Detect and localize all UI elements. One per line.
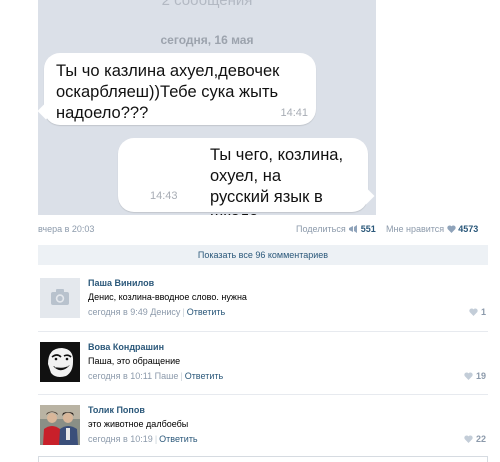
bubble-tail	[357, 187, 375, 205]
chat-date: сегодня, 16 мая	[160, 33, 254, 47]
comment-meta: сегодня в 9:49 Денису | Ответить	[88, 307, 225, 317]
heart-icon	[464, 372, 474, 380]
post-footer: вчера в 20:03 Поделиться 551 Мне нравитс…	[38, 222, 488, 238]
incoming-message-text: Ты чо казлина ахуел,девочек оскарбляеш))…	[56, 62, 280, 122]
separator: |	[154, 434, 158, 444]
bubble-tail	[38, 102, 55, 120]
like-count: 4573	[458, 224, 479, 234]
reply-button[interactable]: Ответить	[185, 371, 223, 381]
comment-author[interactable]: Толик Попов	[88, 405, 145, 415]
megaphone-icon	[349, 225, 358, 233]
share-button[interactable]: Поделиться 551	[296, 224, 376, 234]
share-count: 551	[360, 224, 376, 234]
share-label: Поделиться	[296, 224, 346, 234]
reply-button[interactable]: Ответить	[187, 307, 225, 317]
camera-icon	[40, 278, 80, 318]
chat-screenshot-image: 2 сообщения сегодня, 16 мая Ты чо казлин…	[38, 0, 376, 215]
comment-item: Паша Винилов Денис, козлина-вводное слов…	[38, 268, 488, 330]
outgoing-message-time: 14:43	[150, 190, 178, 202]
reply-button[interactable]: Ответить	[159, 434, 197, 444]
comment-like-button[interactable]: 22	[464, 434, 486, 444]
heart-icon	[447, 225, 456, 233]
comment-like-count: 22	[475, 434, 486, 444]
incoming-message-bubble: Ты чо казлина ахуел,девочек оскарбляеш))…	[38, 53, 316, 125]
heart-icon	[464, 435, 474, 443]
like-button[interactable]: Мне нравится 4573	[386, 224, 478, 234]
comment-item: Толик Попов это животное далбоебы сегодн…	[38, 395, 488, 457]
incoming-message-time: 14:41	[280, 107, 308, 119]
separator: |	[180, 371, 183, 381]
comment-like-count: 19	[475, 371, 486, 381]
comment-meta: сегодня в 10:19 | Ответить	[88, 434, 198, 444]
comment-text: это животное далбоебы	[88, 419, 189, 429]
outgoing-message-bubble: Ты чего, козлина, охуел, на русский язык…	[118, 138, 375, 215]
avatar[interactable]	[40, 342, 80, 382]
heart-icon	[469, 308, 479, 316]
comment-like-button[interactable]: 1	[469, 307, 486, 317]
comment-meta: сегодня в 10:11 Паше | Ответить	[88, 371, 223, 381]
avatar[interactable]	[40, 278, 80, 318]
avatar[interactable]	[40, 405, 80, 445]
comment-text: Паша, это обращение	[88, 356, 181, 366]
like-label: Мне нравится	[386, 224, 445, 234]
comment-time[interactable]: сегодня в 9:49 Денису	[88, 307, 180, 317]
comment-input-box[interactable]	[38, 456, 488, 462]
comment-author[interactable]: Вова Кондрашин	[88, 342, 164, 352]
show-all-comments-button[interactable]: Показать все 96 комментариев	[38, 245, 488, 265]
comment-like-count: 1	[480, 307, 486, 317]
comment-time[interactable]: сегодня в 10:11 Паше	[88, 371, 178, 381]
post-time[interactable]: вчера в 20:03	[38, 224, 94, 234]
meme-face-icon	[40, 342, 80, 382]
comment-item: Вова Кондрашин Паша, это обращение сегод…	[38, 332, 488, 394]
message-count: 2 сообщения	[161, 0, 253, 9]
comment-like-button[interactable]: 19	[464, 371, 486, 381]
comment-text: Денис, козлина-вводное слово. нужна	[88, 292, 247, 302]
outgoing-message-text: Ты чего, козлина, охуел, на русский язык…	[210, 146, 344, 215]
two-people-photo-icon	[40, 405, 80, 445]
separator: |	[182, 307, 185, 317]
comment-time[interactable]: сегодня в 10:19	[88, 434, 153, 444]
comment-author[interactable]: Паша Винилов	[88, 278, 154, 288]
